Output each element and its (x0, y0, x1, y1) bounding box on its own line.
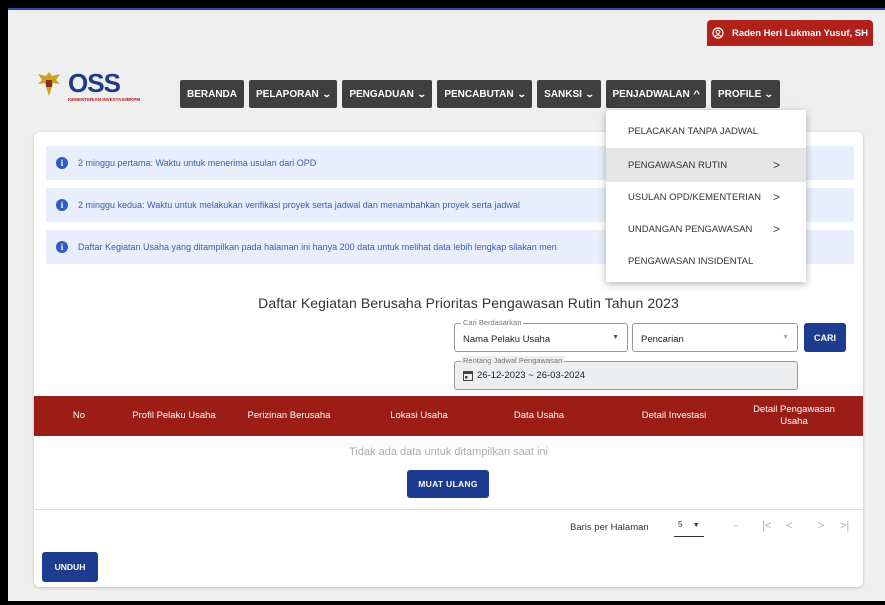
column-header: Detail Pengawasan Usaha (753, 404, 835, 427)
chevron-right-icon: > (772, 222, 780, 236)
last-page-icon[interactable]: >| (840, 520, 849, 532)
chevron-down-icon: ⌄ (516, 88, 527, 99)
nav-pelaporan[interactable]: PELAPORAN ⌄ (249, 80, 338, 108)
calendar-icon (463, 371, 473, 381)
first-page-icon[interactable]: |< (762, 520, 771, 532)
column-header: Perizinan Berusaha (247, 410, 331, 421)
column-header: Lokasi Usaha (390, 410, 448, 421)
search-by-select[interactable]: Cari Berdasarkan Nama Pelaku Usaha ▼ (454, 318, 628, 352)
nav-pencabutan[interactable]: PENCABUTAN ⌄ (437, 80, 533, 108)
dropdown-arrow-icon: ▼ (612, 334, 619, 341)
penjadwalan-dropdown-menu: PELACAKAN TANPA JADWAL PENGAWASAN RUTIN >… (606, 110, 806, 282)
rows-per-page-select[interactable]: 5 ▼ (674, 520, 704, 537)
empty-state-text: Tidak ada data untuk ditampilkan saat in… (349, 446, 548, 458)
chevron-down-icon: ⌄ (321, 88, 332, 99)
info-icon: i (56, 199, 68, 211)
user-circle-icon (712, 27, 724, 39)
dropdown-arrow-icon: ▼ (692, 522, 700, 529)
next-page-icon[interactable]: > (818, 520, 824, 532)
nav-sanksi[interactable]: SANKSI ⌄ (537, 80, 601, 108)
divider (34, 509, 863, 510)
chevron-down-icon: ⌄ (584, 88, 595, 99)
user-menu-button[interactable]: Raden Heri Lukman Yusuf, SH (707, 20, 873, 46)
app-frame: Raden Heri Lukman Yusuf, SH OSS KEMENTER… (8, 8, 885, 601)
column-header: Detail Investasi (641, 410, 707, 421)
nav-beranda[interactable]: BERANDA (180, 80, 244, 108)
reload-button[interactable]: MUAT ULANG (407, 470, 489, 498)
menu-item-pengawasan-rutin[interactable]: PENGAWASAN RUTIN > (606, 148, 806, 182)
rows-per-page-label: Baris per Halaman (570, 522, 649, 533)
page-title: Daftar Kegiatan Berusaha Prioritas Penga… (258, 295, 679, 311)
nav-profile[interactable]: PROFILE ⌄ (711, 80, 780, 108)
column-header: Profil Pelaku Usaha (132, 410, 216, 421)
page-range: - (734, 520, 738, 532)
dropdown-arrow-icon: ▼ (782, 334, 789, 341)
main-nav: BERANDA PELAPORAN ⌄ PENGADUAN ⌄ PENCABUTAN… (180, 80, 780, 108)
search-button[interactable]: CARI (804, 323, 846, 352)
info-icon: i (56, 241, 68, 253)
search-input[interactable]: Pencarian ▼ (632, 323, 798, 352)
table-header: No Profil Pelaku Usaha Perizinan Berusah… (34, 396, 863, 436)
user-name: Raden Heri Lukman Yusuf, SH (731, 27, 869, 39)
date-range-field[interactable]: Rentang Jadwal Pengawasan 26-12-2023 ~ 2… (454, 356, 798, 390)
garuda-emblem-icon (38, 72, 60, 96)
logo-text: OSS (68, 68, 121, 98)
chevron-down-icon: ⌄ (764, 88, 775, 99)
download-button[interactable]: UNDUH (42, 552, 98, 582)
menu-item-usulan-opd[interactable]: USULAN OPD/KEMENTERIAN > (606, 180, 806, 214)
chevron-right-icon: > (772, 190, 780, 204)
nav-penjadwalan[interactable]: PENJADWALAN ^ (605, 80, 706, 108)
info-icon: i (56, 157, 68, 169)
logo-subtext: KEMENTERIAN INVESTASI/BKPM (68, 97, 141, 102)
column-header: No (72, 410, 86, 421)
chevron-right-icon: > (772, 158, 780, 172)
chevron-down-icon: ⌄ (416, 88, 427, 99)
nav-pengaduan[interactable]: PENGADUAN ⌄ (342, 80, 433, 108)
prev-page-icon[interactable]: < (786, 520, 792, 532)
chevron-up-icon: ^ (692, 89, 700, 99)
menu-item-pengawasan-insidental[interactable]: PENGAWASAN INSIDENTAL (606, 244, 806, 278)
menu-item-undangan-pengawasan[interactable]: UNDANGAN PENGAWASAN > (606, 212, 806, 246)
column-header: Data Usaha (513, 410, 565, 421)
menu-item-pelacakan-tanpa-jadwal[interactable]: PELACAKAN TANPA JADWAL (606, 114, 806, 148)
oss-logo[interactable]: OSS KEMENTERIAN INVESTASI/BKPM (36, 70, 140, 102)
